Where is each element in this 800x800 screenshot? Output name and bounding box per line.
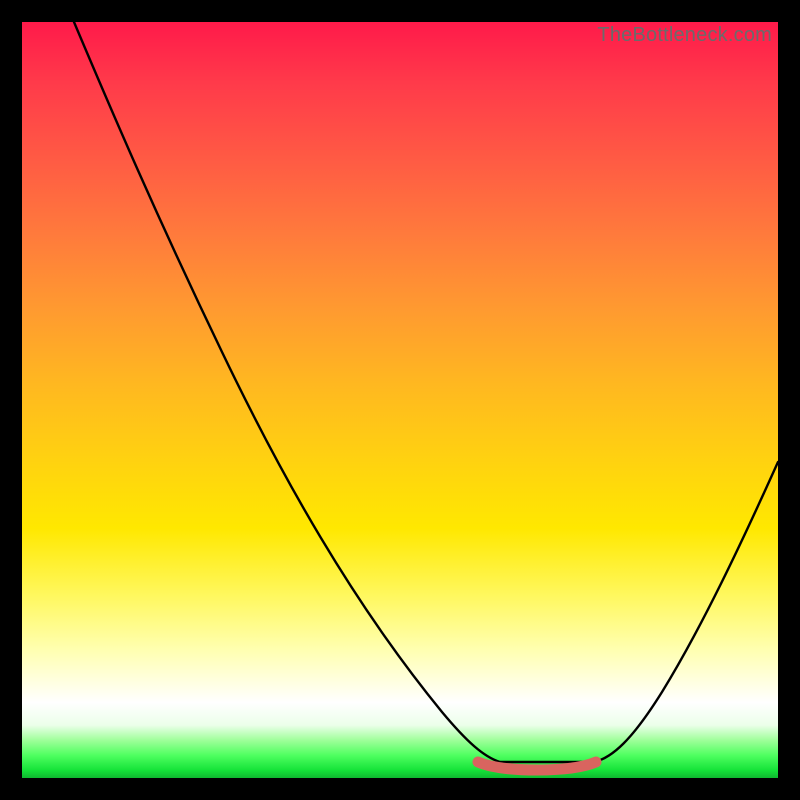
chart-frame: TheBottleneck.com bbox=[0, 0, 800, 800]
watermark-text: TheBottleneck.com bbox=[597, 24, 772, 47]
bottleneck-curve bbox=[74, 22, 778, 762]
chart-svg bbox=[22, 22, 778, 778]
chart-plot-area: TheBottleneck.com bbox=[22, 22, 778, 778]
